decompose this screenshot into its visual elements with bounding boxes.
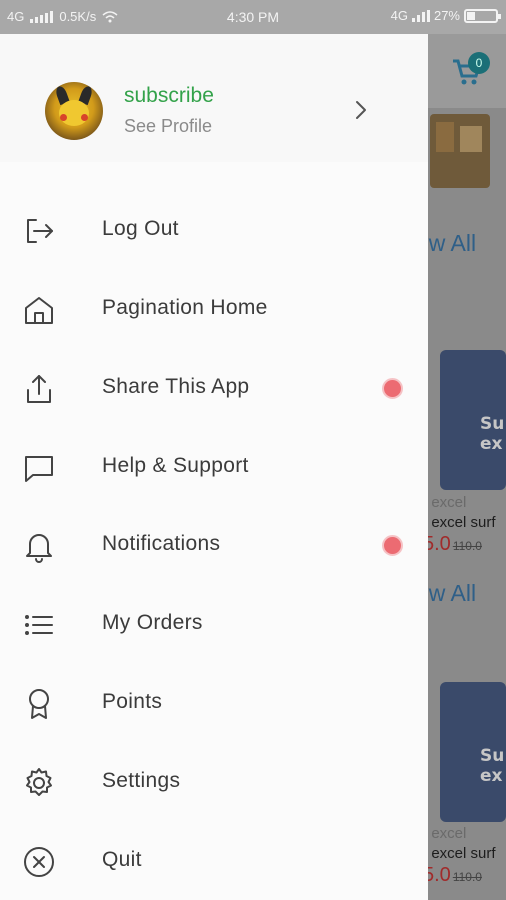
price-value: 5.0 bbox=[428, 864, 451, 886]
chat-icon bbox=[22, 451, 56, 485]
menu-item-share-this-app[interactable]: Share This App bbox=[0, 358, 428, 418]
menu-item-log-out[interactable]: Log Out bbox=[0, 200, 428, 260]
chevron-right-icon[interactable] bbox=[354, 100, 368, 120]
menu-item-help-support[interactable]: Help & Support bbox=[0, 437, 428, 497]
logout-icon bbox=[22, 214, 56, 248]
signal-icon-right bbox=[411, 9, 430, 22]
battery-percent: 27% bbox=[433, 8, 460, 23]
home-icon bbox=[22, 293, 56, 327]
product-name: f excel surf bbox=[428, 845, 496, 862]
status-bar: 4G 0.5K/s 4:30 PM 4G 27% bbox=[0, 0, 506, 34]
background-header: 0 bbox=[428, 34, 506, 108]
share-icon bbox=[22, 372, 56, 406]
see-profile-link[interactable]: See Profile bbox=[124, 116, 212, 137]
view-all-link[interactable]: ew All bbox=[428, 580, 476, 607]
menu-item-label: Notifications bbox=[102, 532, 221, 555]
notification-dot bbox=[382, 378, 403, 399]
product-name: f excel surf bbox=[428, 514, 496, 531]
menu-item-label: My Orders bbox=[102, 611, 203, 634]
close-circle-icon bbox=[22, 845, 56, 879]
avatar-cheek bbox=[81, 114, 88, 121]
network-label-right: 4G bbox=[390, 8, 408, 23]
profile-header[interactable]: subscribe See Profile bbox=[0, 34, 428, 162]
menu-item-label: Log Out bbox=[102, 217, 179, 240]
price-value: 5.0 bbox=[428, 533, 451, 555]
avatar-face bbox=[59, 100, 89, 126]
product-brand: f excel bbox=[428, 825, 467, 842]
background-app: 0 ew All f excel f excel surf 5.0110.0 e… bbox=[428, 34, 506, 900]
menu-item-label: Quit bbox=[102, 848, 142, 871]
product-image[interactable] bbox=[440, 350, 506, 490]
menu-item-label: Share This App bbox=[102, 375, 250, 398]
product-brand: f excel bbox=[428, 494, 467, 511]
menu-item-points[interactable]: Points bbox=[0, 673, 428, 733]
menu-item-quit[interactable]: Quit bbox=[0, 831, 428, 891]
product-image[interactable] bbox=[440, 682, 506, 822]
menu-item-label: Pagination Home bbox=[102, 296, 268, 319]
menu-item-notifications[interactable]: Notifications bbox=[0, 515, 428, 575]
navigation-drawer: subscribe See Profile Log Out Pagination… bbox=[0, 34, 428, 900]
avatar[interactable] bbox=[45, 82, 103, 140]
menu-item-my-orders[interactable]: My Orders bbox=[0, 594, 428, 654]
menu-item-pagination-home[interactable]: Pagination Home bbox=[0, 279, 428, 339]
old-price: 110.0 bbox=[452, 870, 482, 884]
list-icon bbox=[22, 608, 56, 642]
battery-icon bbox=[464, 8, 501, 23]
battery-fill bbox=[467, 11, 476, 20]
menu-item-label: Points bbox=[102, 690, 163, 713]
view-all-link[interactable]: ew All bbox=[428, 230, 476, 257]
product-price: 5.0 110.0 bbox=[428, 864, 482, 887]
gear-icon bbox=[22, 766, 56, 800]
menu-item-settings[interactable]: Settings bbox=[0, 752, 428, 812]
profile-name: subscribe bbox=[124, 84, 214, 107]
award-icon bbox=[22, 687, 56, 721]
notification-dot bbox=[382, 535, 403, 556]
avatar-cheek bbox=[60, 114, 67, 121]
category-thumbnail[interactable] bbox=[430, 114, 490, 188]
old-price: 110.0 bbox=[452, 539, 482, 553]
cart-count-badge: 0 bbox=[468, 52, 490, 74]
product-price: 5.0 110.0 bbox=[428, 533, 482, 556]
menu-item-label: Settings bbox=[102, 769, 181, 792]
menu-item-label: Help & Support bbox=[102, 454, 249, 477]
status-right: 4G 27% bbox=[390, 8, 501, 23]
bell-icon bbox=[22, 529, 56, 563]
